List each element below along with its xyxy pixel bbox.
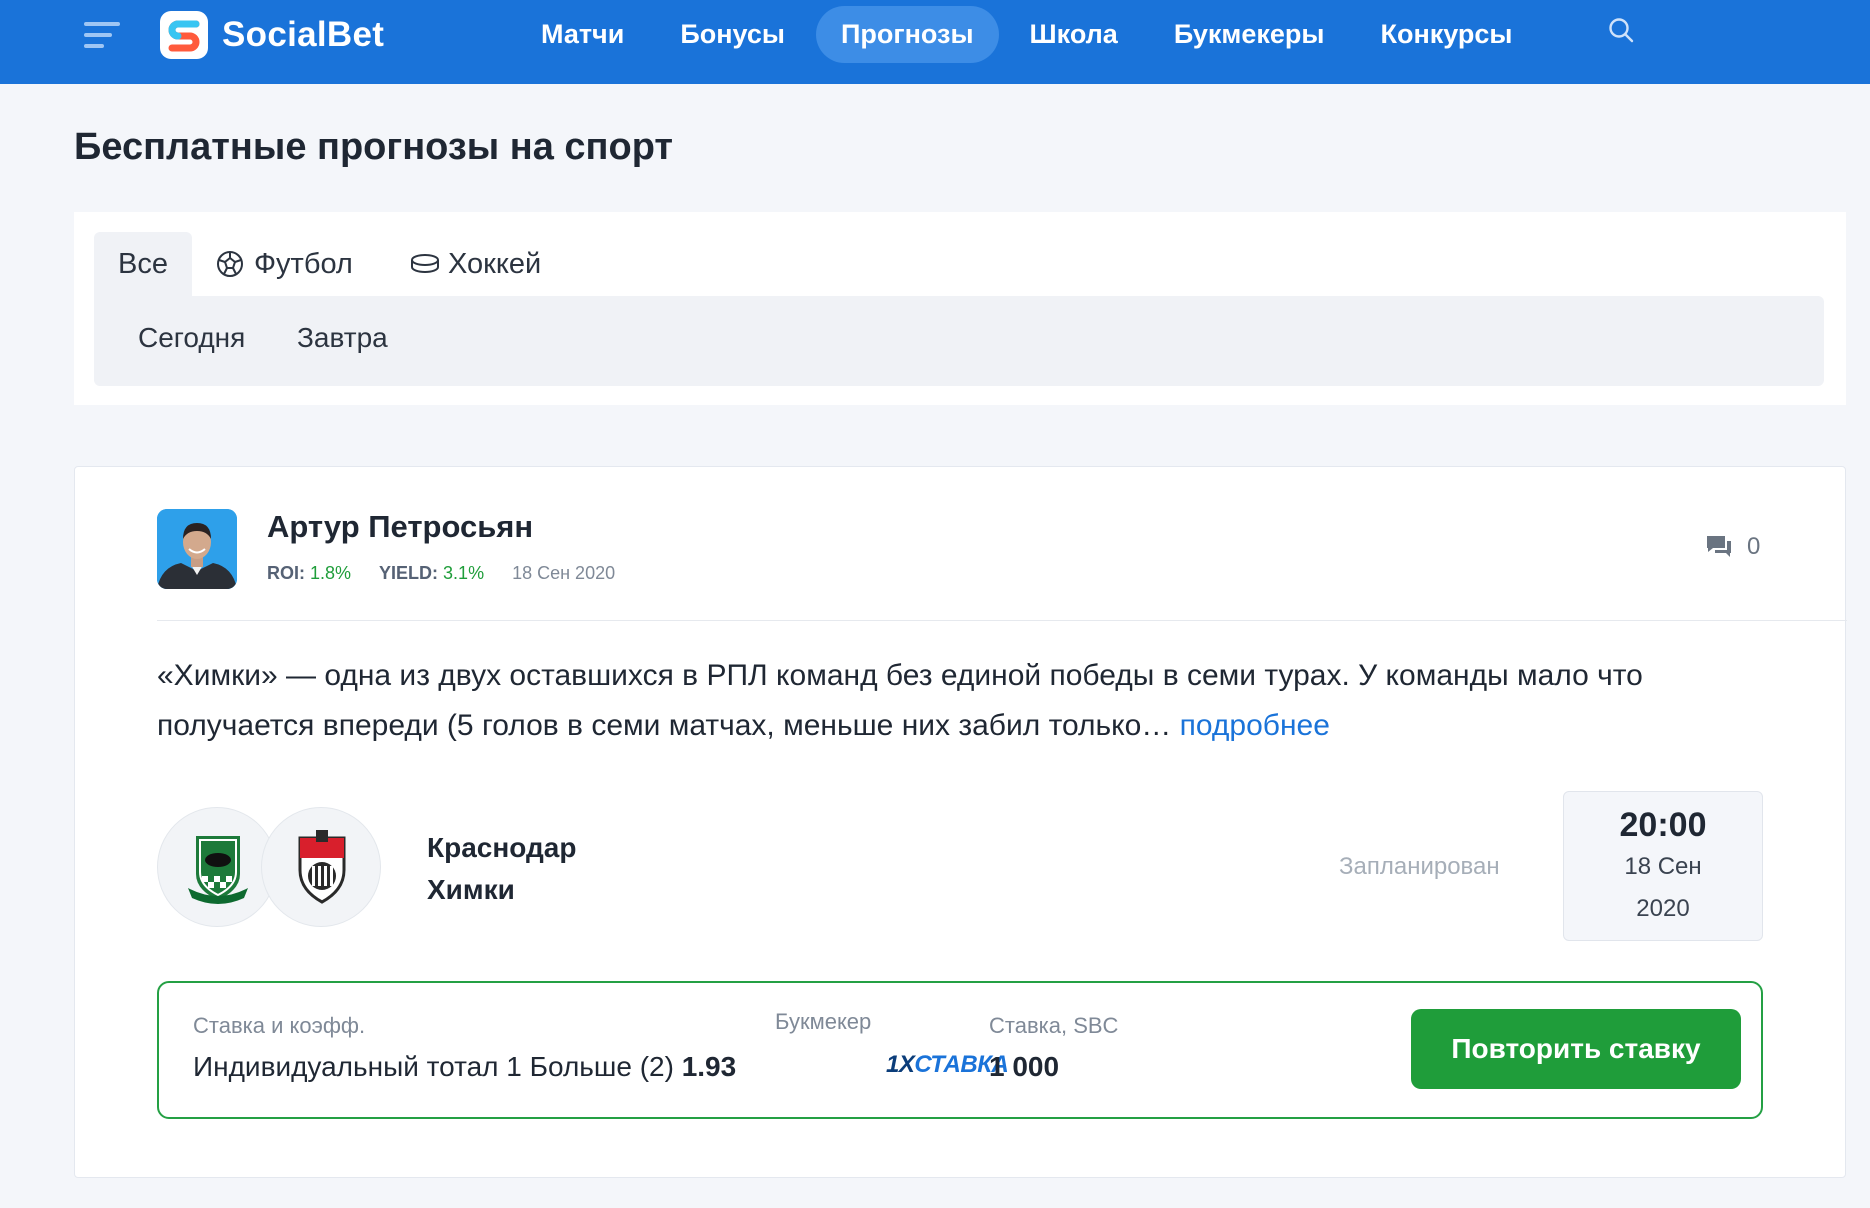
nav-item-bonuses[interactable]: Бонусы [655, 6, 810, 63]
divider [157, 620, 1847, 621]
bookmaker-label: Букмекер [775, 1009, 872, 1034]
excerpt-text: «Химки» — одна из двух оставшихся в РПЛ … [157, 659, 1643, 742]
author-stats: ROI: 1.8% YIELD: 3.1% 18 Сен 2020 [267, 563, 615, 584]
main-nav: Матчи Бонусы Прогнозы Школа Букмекеры Ко… [516, 3, 1544, 65]
bet-odds: 1.93 [681, 1051, 737, 1082]
subtab-today[interactable]: Сегодня [138, 322, 245, 354]
date-filter-bar: Сегодня Завтра [94, 296, 1824, 386]
nav-item-matches[interactable]: Матчи [516, 6, 649, 63]
match-day: 18 Сен [1624, 853, 1702, 880]
sport-filter-panel: Все Футбол Хоккей Сегодня Завтра [74, 212, 1846, 405]
page-title: Бесплатные прогнозы на спорт [74, 126, 674, 168]
home-team-name: Краснодар [427, 832, 577, 863]
nav-item-contests[interactable]: Конкурсы [1355, 6, 1537, 63]
prediction-date: 18 Сен 2020 [512, 563, 616, 583]
krasnodar-logo[interactable] [157, 807, 277, 927]
tab-label: Футбол [254, 247, 353, 280]
tab-all[interactable]: Все [94, 232, 192, 296]
comments-counter[interactable]: 0 [1705, 533, 1760, 561]
roi-label: ROI: [267, 563, 305, 583]
bet-value: Индивидуальный тотал 1 Больше (2) 1.93 [193, 1051, 736, 1083]
match-status: Запланирован [1339, 853, 1500, 880]
nav-item-school[interactable]: Школа [1005, 6, 1143, 63]
yield-value: 3.1% [443, 563, 485, 583]
nav-item-bookmakers[interactable]: Букмекеры [1149, 6, 1350, 63]
socialbet-logo-icon [160, 11, 208, 59]
away-team-name: Химки [427, 874, 515, 905]
comments-count: 0 [1747, 533, 1761, 560]
top-navigation-bar: SocialBet Матчи Бонусы Прогнозы Школа Бу… [0, 0, 1870, 84]
hockey-puck-icon [410, 252, 440, 276]
comments-icon [1705, 534, 1733, 560]
match-year: 2020 [1636, 895, 1690, 922]
bet-summary: Ставка и коэфф. Индивидуальный тотал 1 Б… [157, 981, 1763, 1119]
tab-hockey[interactable]: Хоккей [410, 232, 541, 296]
khimki-logo[interactable] [261, 807, 381, 927]
prediction-excerpt: «Химки» — одна из двух оставшихся в РПЛ … [157, 651, 1797, 751]
prediction-card: Артур Петросьян ROI: 1.8% YIELD: 3.1% 18… [74, 466, 1847, 1178]
author-avatar[interactable] [157, 509, 237, 589]
bet-label: Ставка и коэфф. [193, 1013, 366, 1038]
roi-value: 1.8% [310, 563, 352, 583]
yield-label: YIELD: [379, 563, 439, 583]
repeat-bet-button[interactable]: Повторить ставку [1411, 1009, 1741, 1089]
soccer-ball-icon [216, 250, 244, 278]
tab-label: Хоккей [448, 247, 542, 280]
bookmaker-logo-prefix: 1X [886, 1051, 915, 1078]
read-more-link[interactable]: подробнее [1180, 709, 1330, 742]
bet-text: Индивидуальный тотал 1 Больше (2) [193, 1051, 674, 1082]
author-name[interactable]: Артур Петросьян [267, 509, 533, 545]
subtab-tomorrow[interactable]: Завтра [297, 322, 388, 354]
socialbet-logo[interactable]: SocialBet [160, 10, 384, 60]
match-time-box: 20:00 18 Сен 2020 [1563, 791, 1763, 941]
logo-text: SocialBet [222, 15, 385, 54]
stake-value: 1 000 [989, 1051, 1060, 1082]
nav-item-predictions[interactable]: Прогнозы [815, 5, 999, 63]
match-time: 20:00 [1619, 806, 1707, 844]
match-teams[interactable]: Краснодар Химки [427, 827, 576, 911]
search-icon[interactable] [1607, 16, 1637, 46]
tab-football[interactable]: Футбол [216, 232, 353, 296]
stake-label: Ставка, SBC [989, 1013, 1119, 1038]
hamburger-menu-icon[interactable] [84, 22, 124, 48]
tab-label: Все [118, 247, 168, 280]
